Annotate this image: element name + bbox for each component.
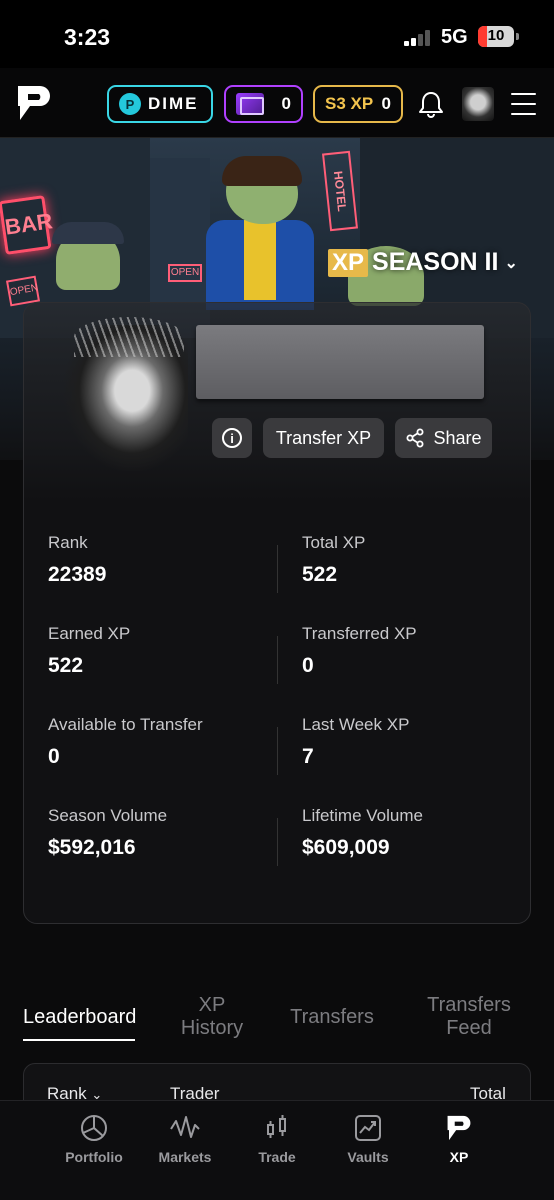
stat-earned-xp: Earned XP 522 xyxy=(48,624,130,678)
divider xyxy=(277,818,278,866)
nav-trade[interactable]: Trade xyxy=(232,1113,322,1165)
stat-value: 522 xyxy=(48,654,84,677)
info-icon: i xyxy=(222,428,242,448)
loot-box-count: 0 xyxy=(281,94,291,113)
share-icon xyxy=(406,428,424,448)
season-xp-badge: XP xyxy=(328,248,369,277)
nav-xp[interactable]: XP xyxy=(414,1113,504,1165)
divider xyxy=(277,727,278,775)
network-type: 5G xyxy=(441,26,468,48)
tab-transfers[interactable]: Transfers xyxy=(282,1006,382,1029)
stat-value: 522 xyxy=(302,563,338,586)
xp-label: S3 XP xyxy=(325,94,374,113)
stat-value: 22389 xyxy=(48,563,107,586)
menu-icon[interactable] xyxy=(511,93,536,123)
active-tab-indicator xyxy=(23,1039,135,1041)
username-redacted xyxy=(196,325,484,399)
open-sign: OPEN xyxy=(168,264,202,282)
share-button[interactable]: Share xyxy=(395,418,492,458)
stat-row: Available to Transfer 0 Last Week XP 7 xyxy=(24,715,532,806)
stat-value: 0 xyxy=(302,654,314,677)
loot-box-icon xyxy=(236,93,264,115)
tab-label: Feed xyxy=(446,1017,492,1039)
candlestick-icon xyxy=(267,1115,286,1138)
main-character xyxy=(206,156,314,310)
hotel-sign: HOTEL xyxy=(322,150,358,232)
notification-bell-icon[interactable] xyxy=(418,90,444,123)
stat-lifetime-volume: Lifetime Volume $609,009 xyxy=(302,806,423,860)
tab-label: XP xyxy=(198,994,226,1016)
nav-label: Portfolio xyxy=(65,1149,123,1165)
dime-coin-icon: P xyxy=(119,93,141,115)
nav-portfolio[interactable]: Portfolio xyxy=(49,1113,139,1165)
loot-box-button[interactable]: 0 xyxy=(224,85,303,123)
stat-label: Last Week XP xyxy=(302,715,410,734)
stat-transferred-xp: Transferred XP 0 xyxy=(302,624,417,678)
stat-total-xp: Total XP 522 xyxy=(302,533,365,587)
xp-count: 0 xyxy=(381,94,391,113)
stat-row: Season Volume $592,016 Lifetime Volume $… xyxy=(24,806,532,897)
divider xyxy=(277,636,278,684)
battery-level: 10 xyxy=(487,27,505,44)
nav-markets[interactable]: Markets xyxy=(140,1113,230,1165)
season-title: SEASON II xyxy=(372,248,499,276)
stat-row: Earned XP 522 Transferred XP 0 xyxy=(24,624,532,715)
stat-last-week-xp: Last Week XP 7 xyxy=(302,715,409,769)
profile-card: i Transfer XP Share Rank 22389 Total XP … xyxy=(23,302,531,924)
stat-label: Transferred XP xyxy=(302,624,417,643)
bar-sign: BAR xyxy=(0,195,54,255)
tab-label: History xyxy=(180,1017,244,1039)
stat-label: Rank xyxy=(48,533,88,552)
nav-label: Trade xyxy=(258,1149,296,1165)
season-selector[interactable]: XP SEASON II ⌄ xyxy=(328,248,518,277)
nav-label: Markets xyxy=(158,1149,212,1165)
bottom-nav: Portfolio Markets Trade Vaults XP xyxy=(0,1100,554,1200)
app-logo-icon xyxy=(447,1115,471,1141)
nav-vaults[interactable]: Vaults xyxy=(323,1113,413,1165)
stat-label: Total XP xyxy=(302,533,366,552)
dime-label: DIME xyxy=(148,94,199,113)
dime-balance-button[interactable]: P DIME xyxy=(107,85,213,123)
app-logo-icon[interactable] xyxy=(14,82,54,129)
stat-label: Lifetime Volume xyxy=(302,806,423,825)
tab-label: Transfers xyxy=(427,994,511,1016)
transfer-xp-button[interactable]: Transfer XP xyxy=(263,418,384,458)
status-time: 3:23 xyxy=(64,24,111,50)
top-nav: P DIME 0 S3 XP 0 xyxy=(0,68,554,138)
stat-value: 7 xyxy=(302,745,314,768)
stat-label: Season Volume xyxy=(48,806,168,825)
vault-chart-icon xyxy=(355,1115,381,1141)
stat-season-volume: Season Volume $592,016 xyxy=(48,806,167,860)
markets-wave-icon xyxy=(170,1116,200,1138)
tab-leaderboard[interactable]: Leaderboard xyxy=(23,1006,137,1029)
transfer-xp-label: Transfer XP xyxy=(275,427,372,448)
nav-label: Vaults xyxy=(347,1149,389,1165)
chevron-down-icon: ⌄ xyxy=(504,254,518,272)
stat-rank: Rank 22389 xyxy=(48,533,106,587)
stat-available-to-transfer: Available to Transfer 0 xyxy=(48,715,203,769)
tab-xp-history[interactable]: XP History xyxy=(166,994,258,1040)
pie-chart-icon xyxy=(81,1115,107,1141)
battery-icon: 10 xyxy=(478,26,519,47)
stat-label: Earned XP xyxy=(48,624,131,643)
stat-value: 0 xyxy=(48,745,60,768)
tab-label: Leaderboard xyxy=(23,1006,137,1028)
divider xyxy=(277,545,278,593)
stat-value: $592,016 xyxy=(48,836,136,859)
share-label: Share xyxy=(433,427,482,448)
stat-value: $609,009 xyxy=(302,836,390,859)
tab-transfers-feed[interactable]: Transfers Feed xyxy=(416,994,522,1040)
nav-label: XP xyxy=(449,1149,469,1165)
info-button[interactable]: i xyxy=(212,418,252,458)
user-avatar[interactable] xyxy=(462,87,494,121)
xp-balance-button[interactable]: S3 XP 0 xyxy=(313,85,403,123)
stat-label: Available to Transfer xyxy=(48,715,203,734)
signal-icon xyxy=(404,30,432,46)
tab-label: Transfers xyxy=(290,1006,374,1028)
stats-grid: Rank 22389 Total XP 522 Earned XP 522 Tr… xyxy=(24,533,532,897)
stat-row: Rank 22389 Total XP 522 xyxy=(24,533,532,624)
status-bar: 3:23 5G 10 xyxy=(0,0,554,68)
